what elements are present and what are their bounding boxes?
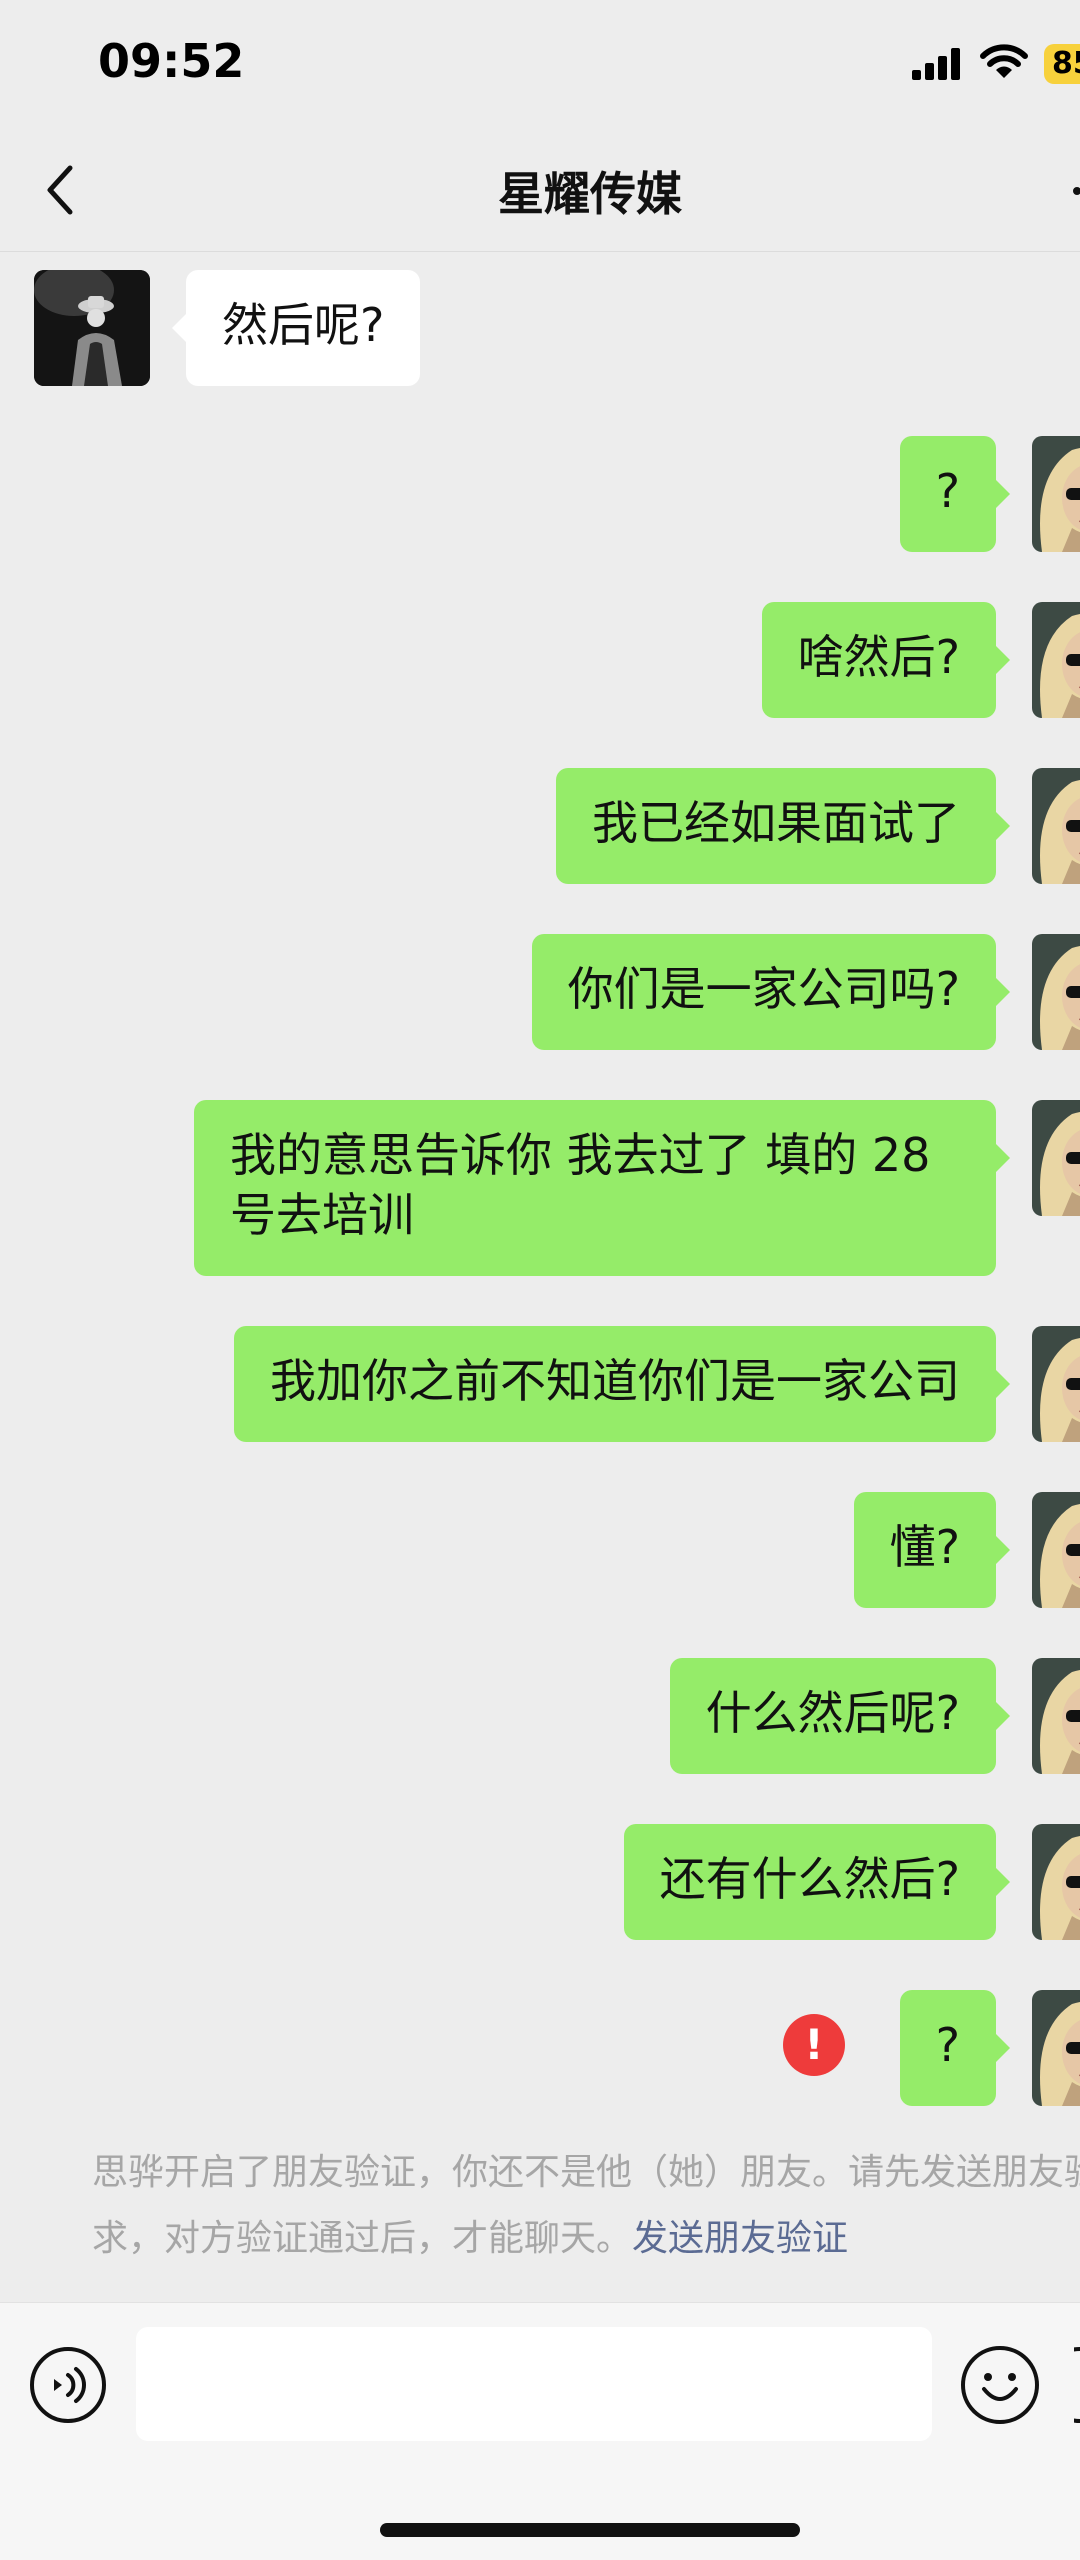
message-text-line1: 我的意思告诉你 我去过了 填的 28 bbox=[230, 1128, 931, 1182]
voice-icon[interactable] bbox=[28, 2345, 108, 2425]
message-input[interactable] bbox=[136, 2327, 932, 2441]
message-bubble-outgoing[interactable]: 我加你之前不知道你们是一家公司 bbox=[234, 1326, 1010, 1442]
more-icon[interactable] bbox=[1072, 186, 1080, 196]
message-text-line2: 号去培训 bbox=[230, 1188, 414, 1242]
self-avatar[interactable] bbox=[1032, 934, 1080, 1050]
message-text: 我已经如果面试了 bbox=[592, 796, 960, 850]
chat-screen: 09:52 85 星耀传媒 bbox=[0, 0, 1080, 2560]
wifi-icon bbox=[980, 44, 1028, 78]
plus-icon[interactable] bbox=[1074, 2345, 1080, 2425]
self-avatar-image bbox=[1032, 1100, 1080, 1216]
message-text: ? bbox=[935, 464, 960, 518]
message-bubble-outgoing[interactable]: ? bbox=[899, 1990, 1011, 2106]
message-text: 然后呢? bbox=[222, 298, 385, 352]
self-avatar[interactable] bbox=[1032, 1990, 1080, 2106]
message-text: 还有什么然后? bbox=[659, 1852, 960, 1906]
message-bubble-outgoing[interactable]: 还有什么然后? bbox=[623, 1824, 1011, 1940]
message-bubble-outgoing[interactable]: 啥然后? bbox=[761, 602, 1011, 718]
self-avatar[interactable] bbox=[1032, 602, 1080, 718]
self-avatar-image bbox=[1032, 1326, 1080, 1442]
self-avatar-image bbox=[1032, 1658, 1080, 1774]
message-text: 什么然后呢? bbox=[705, 1686, 960, 1740]
self-avatar-image bbox=[1032, 1990, 1080, 2106]
self-avatar[interactable] bbox=[1032, 1658, 1080, 1774]
self-avatar[interactable] bbox=[1032, 1824, 1080, 1940]
contact-avatar[interactable] bbox=[34, 270, 150, 386]
send-verification-link[interactable]: 发送朋友验证 bbox=[632, 2218, 848, 2259]
message-text: 我加你之前不知道你们是一家公司 bbox=[270, 1354, 960, 1408]
self-avatar-image bbox=[1032, 436, 1080, 552]
message-bubble-outgoing[interactable]: 我已经如果面试了 bbox=[556, 768, 1010, 884]
message-bubble-outgoing[interactable]: 懂? bbox=[853, 1492, 1011, 1608]
message-bubble-incoming[interactable]: 然后呢? bbox=[171, 270, 421, 386]
message-text: ? bbox=[935, 2018, 960, 2072]
contact-avatar-image bbox=[34, 270, 150, 386]
self-avatar-image bbox=[1032, 768, 1080, 884]
friend-verification-notice: 思骅开启了朋友验证，你还不是他（她）朋友。请先发送朋友验证请求，对方验证通过后，… bbox=[92, 2140, 1080, 2272]
self-avatar-image bbox=[1032, 1492, 1080, 1608]
send-failed-icon[interactable]: ! bbox=[783, 2014, 845, 2076]
input-bar bbox=[0, 2302, 1080, 2560]
message-bubble-outgoing[interactable]: 什么然后呢? bbox=[669, 1658, 1011, 1774]
message-bubble-outgoing[interactable]: 你们是一家公司吗? bbox=[531, 934, 1011, 1050]
self-avatar-image bbox=[1032, 934, 1080, 1050]
self-avatar[interactable] bbox=[1032, 768, 1080, 884]
message-text: 懂? bbox=[889, 1520, 960, 1574]
signal-icon bbox=[912, 48, 960, 80]
status-bar: 09:52 85 bbox=[0, 0, 1080, 130]
self-avatar[interactable] bbox=[1032, 1100, 1080, 1216]
battery-icon: 85 bbox=[1044, 44, 1080, 84]
self-avatar[interactable] bbox=[1032, 1326, 1080, 1442]
self-avatar[interactable] bbox=[1032, 436, 1080, 552]
nav-bar: 星耀传媒 bbox=[0, 130, 1080, 252]
self-avatar-image bbox=[1032, 1824, 1080, 1940]
notice-text: 思骅开启了朋友验证，你还不是他（她）朋友。请先发送朋友验证请求，对方验证通过后，… bbox=[92, 2152, 1080, 2259]
message-bubble-outgoing[interactable]: ? bbox=[899, 436, 1011, 552]
home-indicator bbox=[380, 2523, 800, 2537]
status-time: 09:52 bbox=[98, 34, 245, 88]
self-avatar[interactable] bbox=[1032, 1492, 1080, 1608]
emoji-icon[interactable] bbox=[958, 2343, 1042, 2427]
self-avatar-image bbox=[1032, 602, 1080, 718]
message-text: 你们是一家公司吗? bbox=[567, 962, 960, 1016]
message-text: 啥然后? bbox=[797, 630, 960, 684]
page-title: 星耀传媒 bbox=[498, 167, 682, 221]
message-bubble-outgoing[interactable]: 我的意思告诉你 我去过了 填的 28 号去培训 bbox=[194, 1100, 1010, 1276]
